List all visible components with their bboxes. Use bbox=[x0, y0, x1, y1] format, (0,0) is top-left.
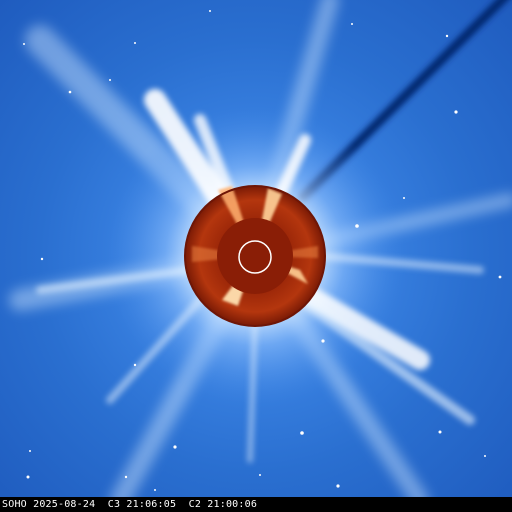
timestamp-caption: SOHO 2025-08-24 C3 21:06:05 C2 21:00:06 bbox=[2, 499, 258, 510]
coronagraph-image bbox=[0, 0, 512, 512]
occulter-disk bbox=[184, 185, 326, 327]
caption-bar: SOHO 2025-08-24 C3 21:06:05 C2 21:00:06 bbox=[0, 497, 512, 512]
